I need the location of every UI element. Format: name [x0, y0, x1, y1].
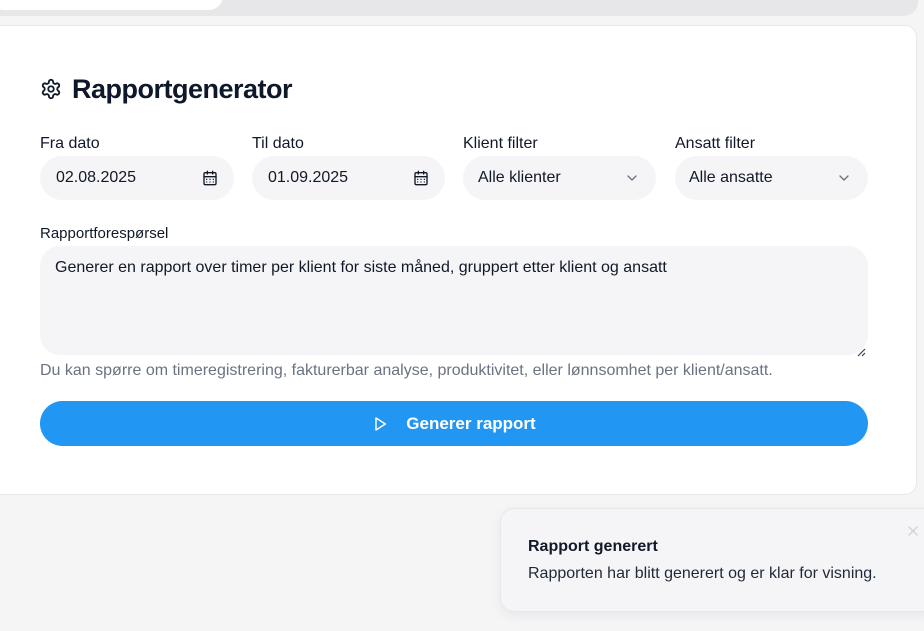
gear-icon [40, 78, 62, 100]
report-header: Rapportgenerator [40, 72, 293, 106]
employee-filter-label: Ansatt filter [675, 135, 756, 152]
to-date-input[interactable]: 01.09.2025 [252, 156, 445, 200]
calendar-icon[interactable] [413, 170, 429, 186]
client-filter-select[interactable]: Alle klienter [463, 156, 656, 200]
request-textarea[interactable]: Generer en rapport over timer per klient… [40, 246, 868, 357]
chevron-down-icon [836, 170, 852, 186]
from-date-label: Fra dato [40, 135, 100, 152]
tab-bar [0, 0, 918, 16]
resize-handle-icon[interactable] [856, 343, 866, 357]
play-icon [372, 416, 388, 432]
to-date-value: 01.09.2025 [268, 169, 349, 186]
toast-notification: Rapport generert Rapporten har blitt gen… [500, 508, 924, 612]
chevron-down-icon [624, 170, 640, 186]
toast-title: Rapport generert [528, 538, 658, 555]
request-label: Rapportforespørsel [40, 225, 169, 242]
from-date-value: 02.08.2025 [56, 169, 137, 186]
client-filter-value: Alle klienter [478, 169, 561, 186]
page-title: Rapportgenerator [72, 73, 293, 104]
calendar-icon[interactable] [202, 170, 218, 186]
tab-active[interactable] [0, 0, 223, 10]
toast-description: Rapporten har blitt generert og er klar … [528, 565, 877, 582]
client-filter-label: Klient filter [463, 135, 538, 152]
employee-filter-select[interactable]: Alle ansatte [675, 156, 868, 200]
to-date-label: Til dato [252, 135, 304, 152]
helper-text: Du kan spørre om timeregistrering, faktu… [40, 362, 773, 379]
employee-filter-value: Alle ansatte [689, 169, 773, 186]
generate-report-button[interactable]: Generer rapport [40, 401, 868, 446]
generate-report-label: Generer rapport [406, 413, 536, 433]
request-text: Generer en rapport over timer per klient… [55, 259, 667, 276]
from-date-input[interactable]: 02.08.2025 [40, 156, 234, 200]
close-icon[interactable] [907, 525, 919, 537]
